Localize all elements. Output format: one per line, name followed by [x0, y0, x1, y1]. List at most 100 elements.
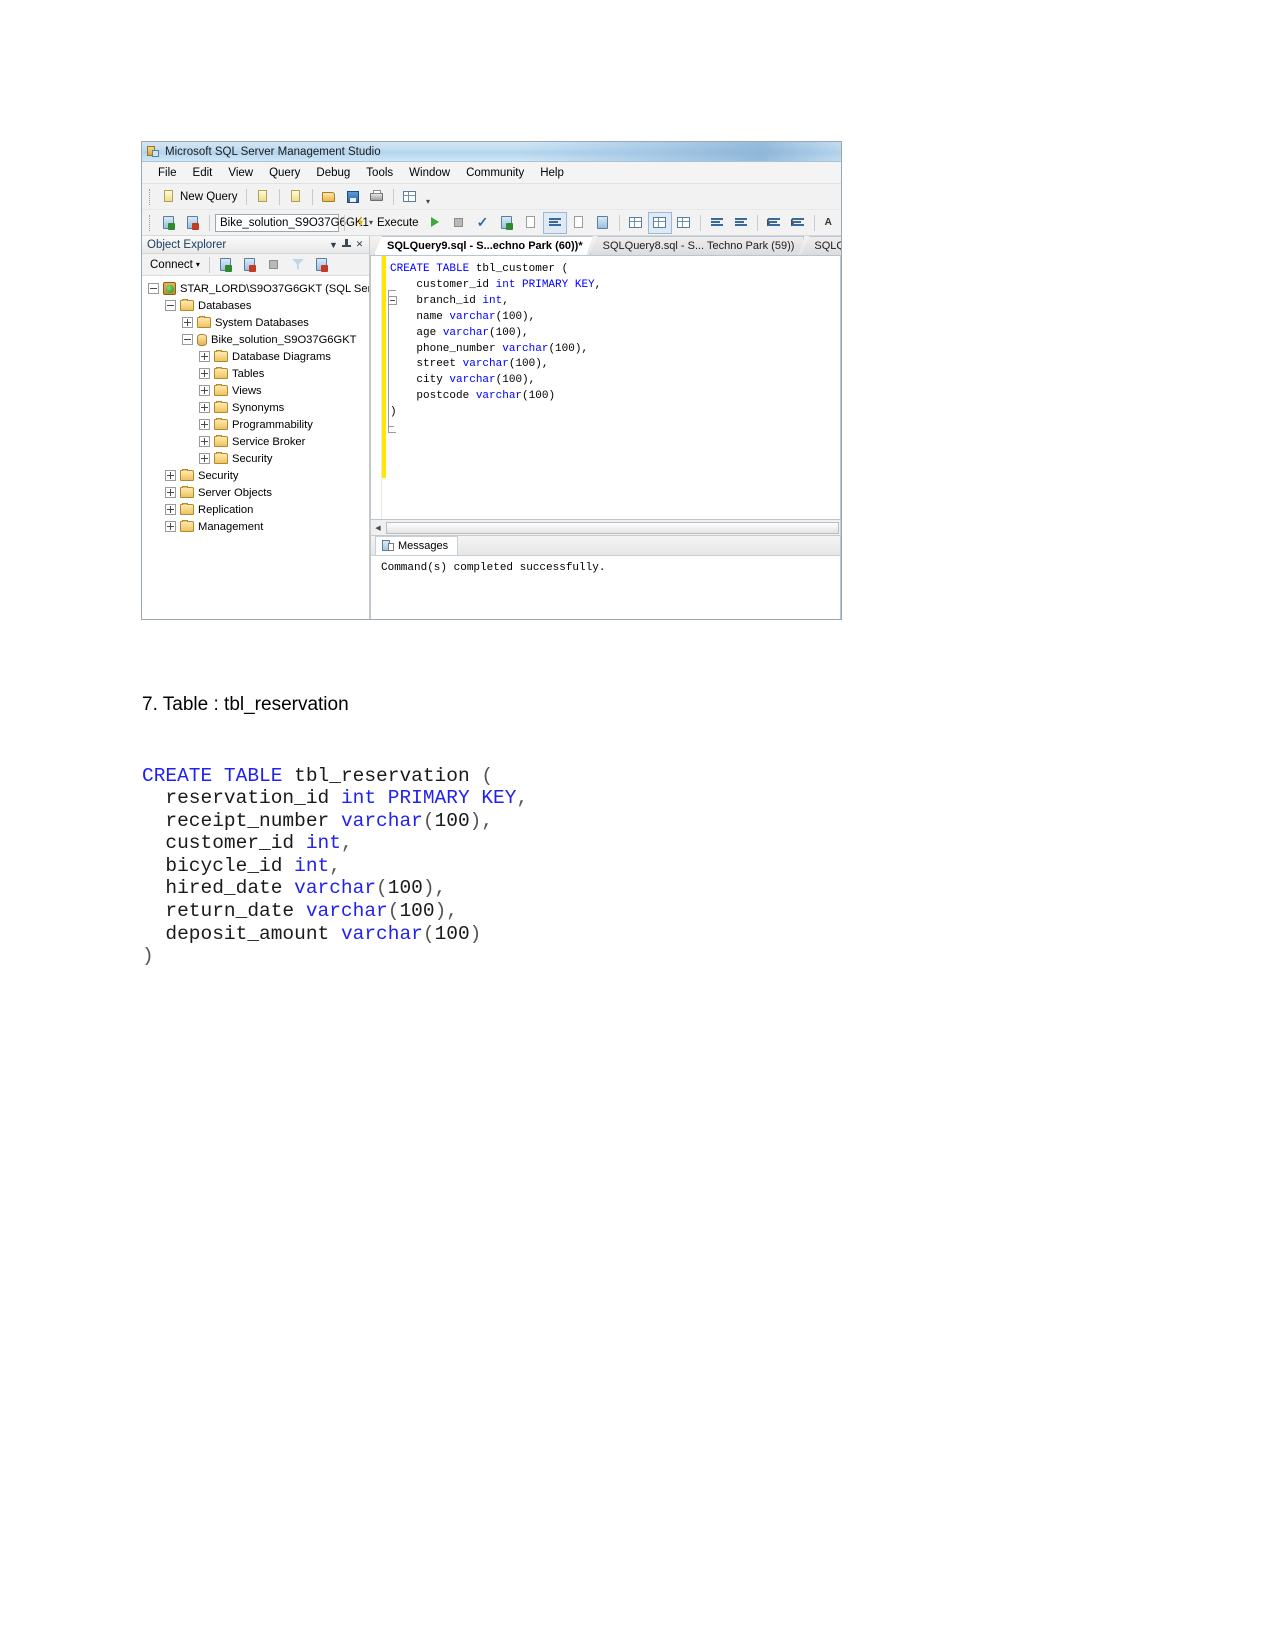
pin-icon[interactable]: [340, 238, 353, 251]
results-to-file-button[interactable]: [673, 213, 695, 233]
stop-button[interactable]: [448, 213, 470, 233]
expand-node-icon[interactable]: [199, 453, 210, 464]
expand-node-icon[interactable]: [199, 419, 210, 430]
include-client-statistics-button[interactable]: [568, 213, 590, 233]
tree-node-label: Views: [232, 384, 262, 397]
new-query-with-current-connection-button[interactable]: [252, 187, 274, 207]
sqlcmd-mode-button[interactable]: [592, 213, 614, 233]
tree-node-label: Replication: [198, 503, 254, 516]
menu-tools[interactable]: Tools: [358, 165, 401, 181]
database-selector-combo[interactable]: Bike_solution_S9O37G6GK1 ▾: [215, 213, 373, 232]
tree-node[interactable]: Bike_solution_S9O37G6GKT: [142, 331, 369, 348]
results-to-grid-button[interactable]: [647, 211, 672, 234]
menu-help[interactable]: Help: [532, 165, 572, 181]
tree-node-label: Security: [198, 469, 239, 482]
expand-node-icon[interactable]: [165, 521, 176, 532]
disconnect-button[interactable]: [239, 255, 261, 275]
tree-node[interactable]: Service Broker: [142, 433, 369, 450]
new-query-button[interactable]: New Query: [158, 187, 241, 207]
tree-node[interactable]: Database Diagrams: [142, 348, 369, 365]
expand-node-icon[interactable]: [199, 351, 210, 362]
expand-node-icon[interactable]: [199, 402, 210, 413]
collapse-node-icon[interactable]: [148, 283, 159, 294]
tree-node-label: Service Broker: [232, 435, 306, 448]
change-connection-button[interactable]: [182, 213, 204, 233]
menu-edit[interactable]: Edit: [185, 165, 221, 181]
expand-node-icon[interactable]: [165, 504, 176, 515]
editor-tab[interactable]: SQLQuery: [801, 236, 841, 255]
menu-file[interactable]: File: [150, 165, 185, 181]
menu-debug[interactable]: Debug: [308, 165, 358, 181]
tree-node[interactable]: Security: [142, 467, 369, 484]
debug-button[interactable]: [350, 213, 372, 233]
tree-node[interactable]: Views: [142, 382, 369, 399]
tree-node[interactable]: Server Objects: [142, 484, 369, 501]
menu-community[interactable]: Community: [458, 165, 532, 181]
toolbar-grip[interactable]: [149, 214, 153, 231]
scrollbar-thumb[interactable]: [386, 521, 839, 534]
close-icon[interactable]: ✕: [353, 238, 366, 251]
tree-node[interactable]: Management: [142, 518, 369, 535]
toolbar-separator: [756, 214, 758, 231]
parse-button[interactable]: ✓: [472, 213, 494, 233]
expand-node-icon[interactable]: [199, 436, 210, 447]
tree-node[interactable]: Synonyms: [142, 399, 369, 416]
uncomment-lines-button[interactable]: [730, 213, 752, 233]
menu-window[interactable]: Window: [401, 165, 458, 181]
expand-node-icon[interactable]: [199, 368, 210, 379]
new-query-database-button[interactable]: [285, 187, 307, 207]
results-to-grid-icon: [652, 215, 668, 230]
execute-button[interactable]: Execute: [374, 213, 422, 233]
tree-node[interactable]: STAR_LORD\S9O37G6GKT (SQL Serv: [142, 280, 369, 297]
include-actual-plan-button[interactable]: [542, 211, 567, 234]
tree-node[interactable]: Replication: [142, 501, 369, 518]
change-connection-icon: [185, 215, 201, 230]
connect-button[interactable]: Connect ▾: [146, 258, 204, 272]
run-button[interactable]: [424, 213, 446, 233]
editor-tab[interactable]: SQLQuery9.sql - S...echno Park (60))*: [374, 236, 593, 255]
code-content-wrap: CREATE TABLE tbl_customer ( customer_id …: [386, 256, 840, 519]
scroll-left-icon[interactable]: ◀: [371, 521, 385, 534]
refresh-button[interactable]: [311, 255, 333, 275]
available-databases-button[interactable]: [158, 213, 180, 233]
toolbar-grip[interactable]: [149, 188, 153, 205]
expand-node-icon[interactable]: [165, 487, 176, 498]
tree-node[interactable]: Programmability: [142, 416, 369, 433]
results-to-text-button[interactable]: [625, 213, 647, 233]
collapse-node-icon[interactable]: [165, 300, 176, 311]
comment-lines-button[interactable]: [706, 213, 728, 233]
save-button[interactable]: [342, 187, 364, 207]
connect-object-explorer-button[interactable]: [215, 255, 237, 275]
print-button[interactable]: [366, 187, 388, 207]
object-explorer-header: Object Explorer ▼ ✕: [142, 236, 369, 254]
activity-monitor-button[interactable]: [399, 187, 421, 207]
tree-node-label: Server Objects: [198, 486, 272, 499]
toolbar-overflow-button[interactable]: ▾: [423, 188, 434, 206]
expand-node-icon[interactable]: [182, 317, 193, 328]
spell-check-button[interactable]: A: [820, 213, 841, 233]
editor-horizontal-scrollbar[interactable]: ◀: [370, 520, 841, 536]
query-options-button[interactable]: [520, 213, 542, 233]
filter-button[interactable]: [287, 255, 309, 275]
expand-node-icon[interactable]: [199, 385, 210, 396]
chevron-down-icon[interactable]: ▼: [327, 238, 340, 251]
object-explorer-tree[interactable]: STAR_LORD\S9O37G6GKT (SQL Serv Databases S…: [142, 276, 369, 619]
folder-icon: [180, 469, 194, 481]
tree-node[interactable]: Security: [142, 450, 369, 467]
menu-view[interactable]: View: [220, 165, 261, 181]
tree-node[interactable]: Databases: [142, 297, 369, 314]
menu-query[interactable]: Query: [261, 165, 308, 181]
tree-node[interactable]: System Databases: [142, 314, 369, 331]
editor-tab[interactable]: SQLQuery8.sql - S... Techno Park (59)): [590, 236, 805, 255]
collapse-outline-icon[interactable]: [388, 296, 397, 305]
display-estimated-plan-button[interactable]: [496, 213, 518, 233]
decrease-indent-button[interactable]: [763, 213, 785, 233]
expand-node-icon[interactable]: [165, 470, 176, 481]
open-file-button[interactable]: [318, 187, 340, 207]
tab-messages[interactable]: Messages: [375, 536, 459, 555]
tree-node[interactable]: Tables: [142, 365, 369, 382]
collapse-node-icon[interactable]: [182, 334, 193, 345]
increase-indent-button[interactable]: [787, 213, 809, 233]
stop-button[interactable]: [263, 255, 285, 275]
sql-editor[interactable]: CREATE TABLE tbl_customer ( customer_id …: [370, 256, 841, 520]
